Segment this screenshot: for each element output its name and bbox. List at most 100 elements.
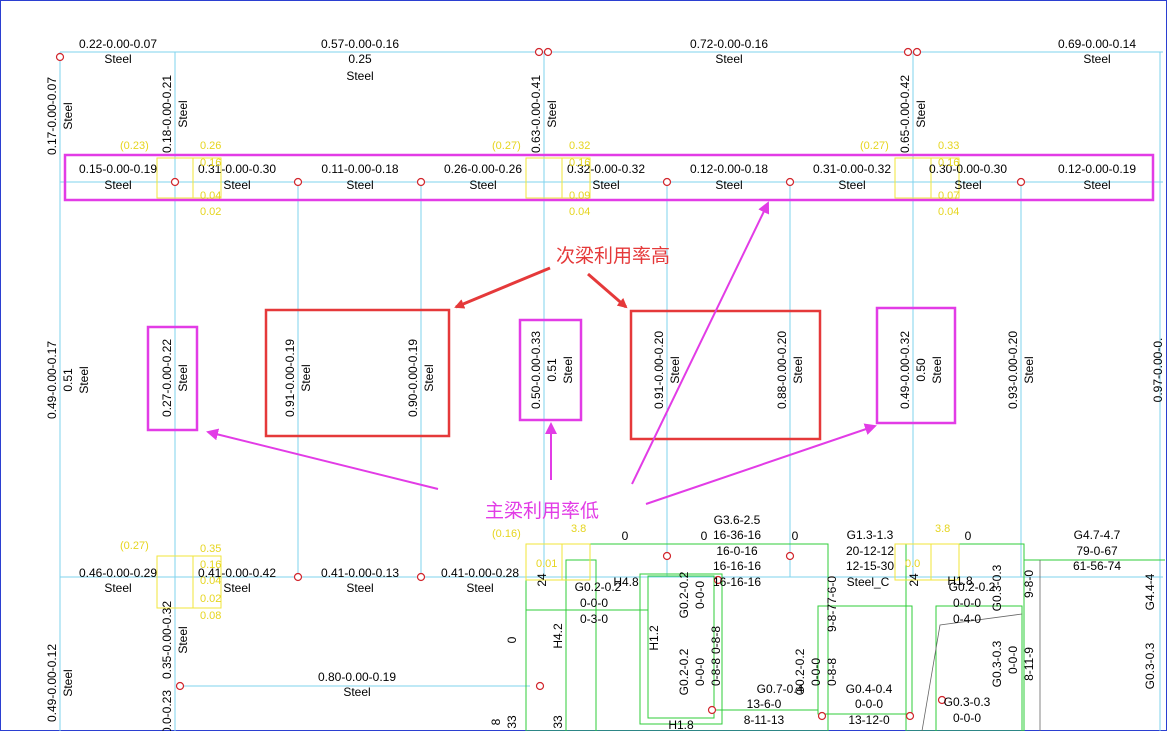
concrete-label: 61-56-74 (1073, 559, 1121, 573)
bottom-beam-material: Steel (343, 685, 370, 699)
annotation-captions: 次梁利用率高 主梁利用率低 (485, 245, 670, 522)
concrete-label: H1.8 (947, 574, 973, 588)
member-material: Steel (77, 366, 91, 393)
concrete-label: 0-0-0 (580, 596, 608, 610)
column-label: 0.18-0.00-0.21 (160, 75, 174, 153)
concrete-zero: 0 (505, 636, 519, 643)
member-label: 0.90-0.00-0.19 (406, 339, 420, 417)
beam-material: Steel (104, 52, 131, 66)
secondary-high-caption: 次梁利用率高 (556, 245, 670, 267)
row-beam-material: Steel (1083, 178, 1110, 192)
column-material: Steel (914, 100, 928, 127)
concrete-zero: 0 (792, 529, 799, 543)
row-beam-label: 0.12-0.00-0.19 (1058, 162, 1136, 176)
member-extra: 0.50 (914, 358, 928, 382)
row-beam-label: 0.31-0.00-0.32 (813, 162, 891, 176)
column-label: 0.63-0.00-0.41 (529, 75, 543, 153)
concrete-label: G0.2-0.2 (677, 571, 691, 618)
row-beam-material: Steel (592, 178, 619, 192)
bottom-beam-material: Steel (104, 581, 131, 595)
yellow-paren-label: (0.27) (860, 140, 889, 152)
mid-members: 0.49-0.00-0.17 0.51 Steel 0.27-0.00-0.22… (45, 331, 1165, 419)
concrete-label: 8-11-9 (1022, 647, 1036, 681)
concrete-label: G0.3-0.3 (990, 564, 1004, 611)
member-label: 0.88-0.00-0.20 (775, 331, 789, 409)
member-extra: 0.51 (545, 358, 559, 382)
concrete-label: 0-0-0 (693, 581, 707, 609)
top-beams: 0.22-0.00-0.07 Steel 0.57-0.00-0.16 0.25… (79, 37, 1136, 83)
concrete-label: 9-8-77-6-0 (825, 576, 839, 632)
member-label: 0.97-0.00-0. (1151, 338, 1165, 403)
concrete-label: 13-6-0 (747, 697, 782, 711)
beam-label: 0.57-0.00-0.16 (321, 37, 399, 51)
member-material: Steel (791, 356, 805, 383)
column-label: 0.0-0.23 (160, 690, 174, 731)
yellow-value: 0.02 (200, 206, 221, 218)
yellow-value: 0.32 (569, 140, 590, 152)
yellow-value: 0.16 (200, 157, 221, 169)
concrete-label: 16-36-16 (713, 528, 761, 542)
concrete-label: 20-12-12 (846, 544, 894, 558)
beam-material: Steel (1083, 52, 1110, 66)
column-material: Steel (176, 626, 190, 653)
concrete-label: 0-8-8 (825, 658, 839, 686)
row-beam-material: Steel (469, 178, 496, 192)
concrete-label: H1.8 (668, 718, 694, 731)
concrete-label: G3.6-2.5 (714, 513, 761, 527)
concrete-label: 0-0-0 (693, 658, 707, 686)
concrete-label: H4.2 (551, 623, 565, 649)
member-label: 0.91-0.00-0.20 (652, 331, 666, 409)
row-beam-material: Steel (104, 178, 131, 192)
beam-material: Steel (715, 52, 742, 66)
concrete-label: 8 (489, 718, 503, 725)
concrete-label: 16-16-16 (713, 559, 761, 573)
concrete-label: 0-8-8 (709, 658, 723, 686)
concrete-label: G1.3-1.3 (847, 528, 894, 542)
concrete-label: 0-0-0 (1006, 646, 1020, 674)
bottom-beam-label: 0.41-0.00-0.42 (198, 566, 276, 580)
member-label: 0.50-0.00-0.33 (529, 331, 543, 409)
yellow-paren-label: (0.27) (120, 540, 149, 552)
member-material: Steel (422, 364, 436, 391)
concrete-label: G4.7-4.7 (1074, 528, 1121, 542)
row-beam-label: 0.12-0.00-0.18 (690, 162, 768, 176)
concrete-zero: 0 (622, 529, 629, 543)
concrete-label: G4.4-4 (1143, 573, 1157, 610)
member-label: 0.93-0.00-0.20 (1006, 331, 1020, 409)
column-label: 0.17-0.00-0.07 (45, 77, 59, 155)
concrete-label: Steel_C (847, 575, 890, 589)
row-beam-material: Steel (223, 178, 250, 192)
arrow-to-primary-left (206, 428, 439, 490)
concrete-label: H1.2 (647, 625, 661, 651)
beam-material: Steel (346, 69, 373, 83)
yellow-value: 0.02 (200, 593, 221, 605)
concrete-label: 0-3-0 (580, 612, 608, 626)
bottom-beam-material: Steel (223, 581, 250, 595)
column-label: 0.49-0.00-0.12 (45, 644, 59, 722)
yellow-value: 0.33 (938, 140, 959, 152)
upper-columns: 0.17-0.00-0.07 Steel 0.18-0.00-0.21 Stee… (45, 75, 928, 155)
bottom-beams: 0.46-0.00-0.29 Steel 0.41-0.00-0.42 Stee… (79, 566, 519, 699)
member-label: 0.49-0.00-0.17 (45, 341, 59, 419)
concrete-label: 33 (505, 715, 519, 729)
row-beam-material: Steel (346, 178, 373, 192)
yellow-value: 0.01 (536, 558, 557, 570)
yellow-value: 0.04 (569, 206, 590, 218)
concrete-label: 13-12-0 (848, 713, 890, 727)
row-beam-label: 0.11-0.00-0.18 (321, 162, 398, 176)
column-material: Steel (176, 100, 190, 127)
yellow-detail-boxes (156, 157, 960, 609)
concrete-label: 0-0-0 (809, 658, 823, 686)
concrete-label: 0-4-0 (953, 612, 981, 626)
yellow-value: 3.8 (571, 523, 586, 535)
row-beam-material: Steel (838, 178, 865, 192)
yellow-value: 3.8 (935, 523, 950, 535)
member-material: Steel (930, 356, 944, 383)
member-label: 0.49-0.00-0.32 (898, 331, 912, 409)
member-extra: 0.51 (61, 368, 75, 392)
primary-low-caption: 主梁利用率低 (485, 500, 599, 522)
concrete-label: 12-15-30 (846, 559, 894, 573)
arrow-to-primary-right (645, 423, 877, 505)
member-material: Steel (668, 356, 682, 383)
concrete-label: G0.4-0.4 (846, 682, 893, 696)
